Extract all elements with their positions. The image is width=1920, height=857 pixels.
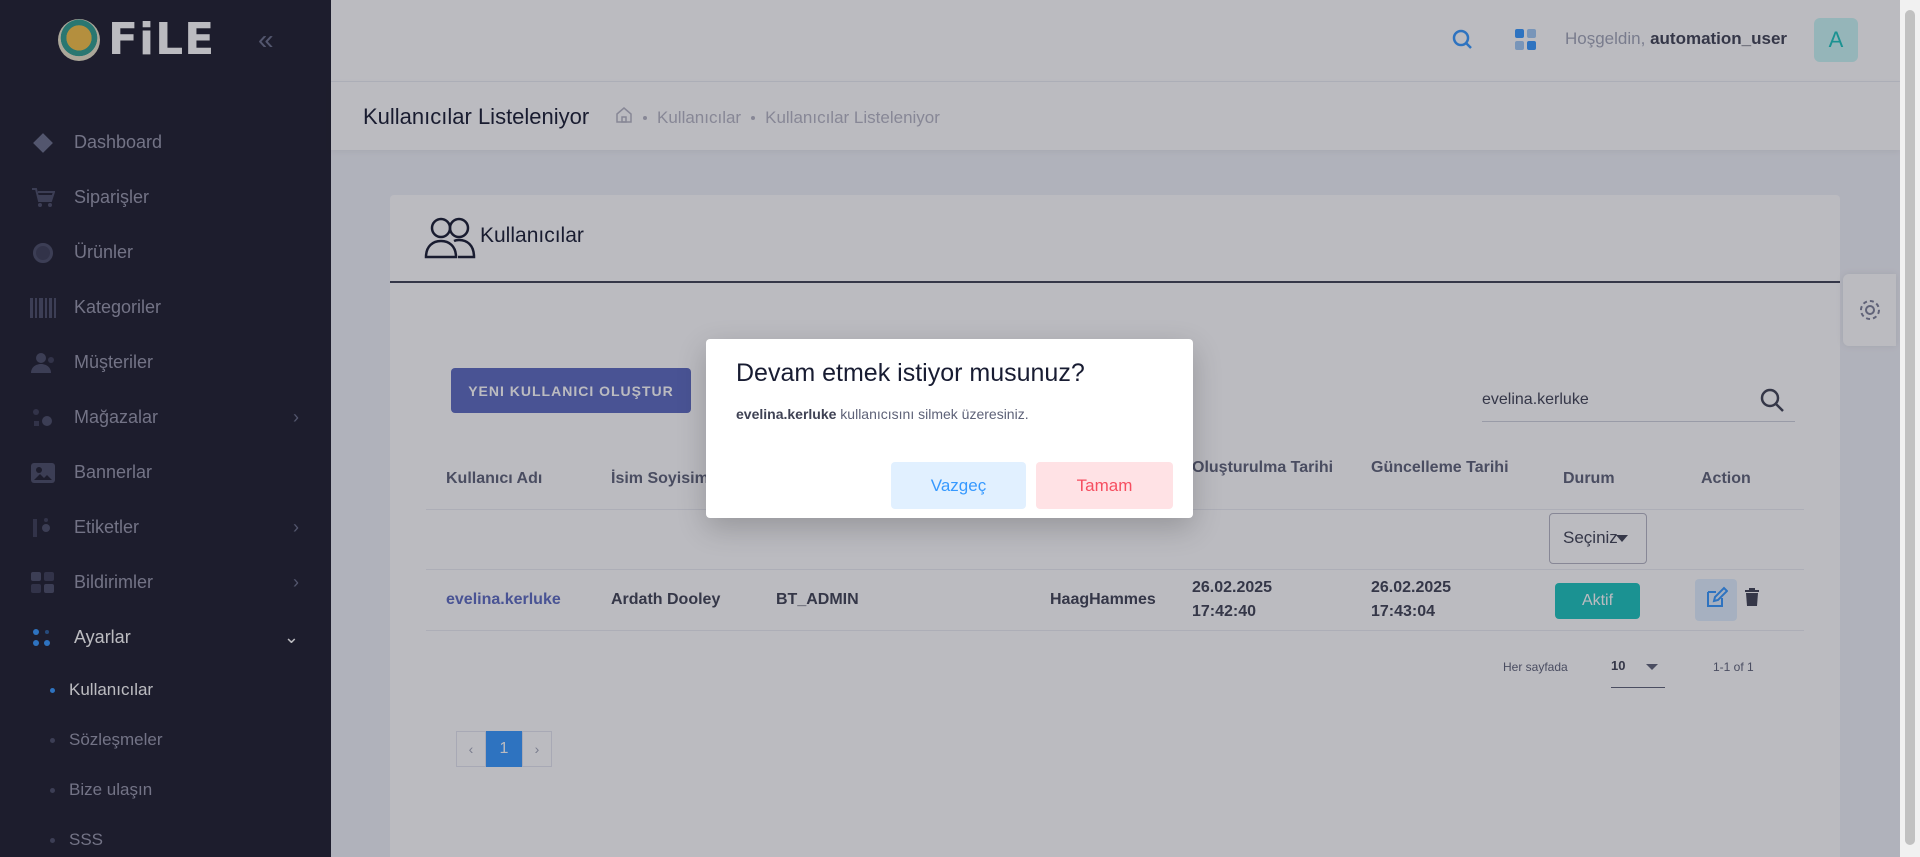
page-scrollbar[interactable] [1900,0,1920,857]
dialog-message-user: evelina.kerluke [736,406,837,422]
dialog-title: Devam etmek istiyor musunuz? [736,359,1085,387]
scrollbar-thumb[interactable] [1905,10,1915,845]
dialog-message: evelina.kerluke kullanıcısını silmek üze… [736,406,1029,422]
cancel-button[interactable]: Vazgeç [891,462,1026,509]
dialog-message-text: kullanıcısını silmek üzeresiniz. [836,406,1029,422]
confirm-delete-dialog: Devam etmek istiyor musunuz? evelina.ker… [706,339,1193,518]
confirm-button[interactable]: Tamam [1036,462,1173,509]
